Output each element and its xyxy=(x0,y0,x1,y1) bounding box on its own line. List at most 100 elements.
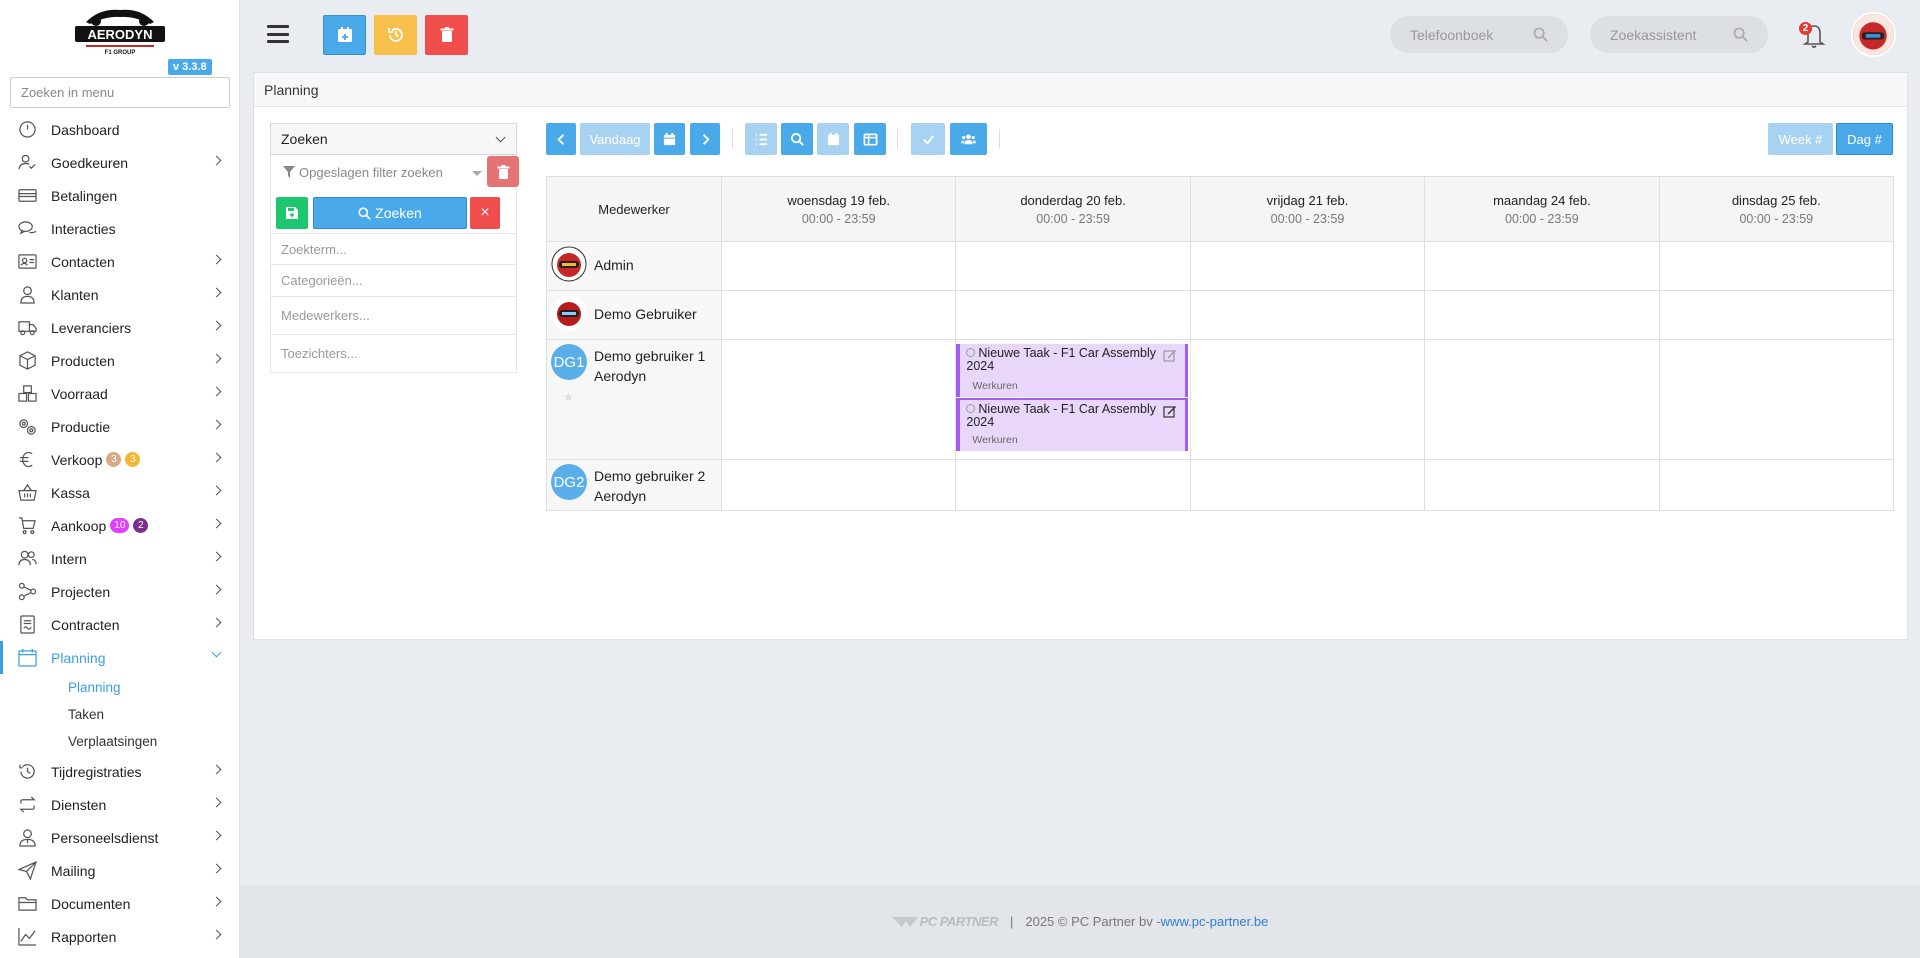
sidebar-item-voorraad[interactable]: Voorraad xyxy=(0,377,239,410)
day-view-button[interactable]: Dag # xyxy=(1836,123,1893,155)
sidebar-item-kassa[interactable]: Kassa xyxy=(0,476,239,509)
clear-filter-button[interactable]: × xyxy=(470,197,500,229)
footer-separator: | xyxy=(1009,914,1014,929)
saved-filter-select[interactable]: Opgeslagen filter zoeken xyxy=(270,155,519,189)
sidebar-item-label: Dashboard xyxy=(51,121,120,138)
hamburger-menu-button[interactable] xyxy=(267,25,289,43)
task-event[interactable]: Nieuwe Taak - F1 Car Assembly 2024 Werku… xyxy=(956,344,1188,397)
supervisors-field[interactable]: Toezichters... xyxy=(270,335,517,373)
sidebar-item-productie[interactable]: Productie xyxy=(0,410,239,443)
day-header[interactable]: donderdag 20 feb. 00:00 - 23:59 xyxy=(955,176,1191,242)
day-cell[interactable] xyxy=(1424,290,1660,340)
day-cell[interactable] xyxy=(1658,241,1895,291)
star-icon[interactable]: ★ xyxy=(563,390,717,404)
edit-icon[interactable] xyxy=(1163,404,1177,418)
day-cell[interactable] xyxy=(1658,339,1895,460)
employees-field[interactable]: Medewerkers... xyxy=(270,297,517,335)
history-button[interactable] xyxy=(374,15,417,55)
menu-search-input[interactable] xyxy=(10,77,230,108)
delete-button[interactable] xyxy=(425,15,468,55)
search-view-button[interactable] xyxy=(781,123,813,155)
sidebar-item-label: Interacties xyxy=(51,220,116,237)
contract-icon xyxy=(16,615,38,634)
task-event[interactable]: Nieuwe Taak - F1 Car Assembly 2024 Werku… xyxy=(956,398,1188,451)
sidebar-item-rapporten[interactable]: Rapporten xyxy=(0,920,239,953)
today-button[interactable]: Vandaag xyxy=(580,123,650,155)
list-view-button[interactable] xyxy=(745,123,777,155)
sidebar-item-label: Planning xyxy=(51,649,106,666)
sidebar-item-contracten[interactable]: Contracten xyxy=(0,608,239,641)
chevron-right-icon xyxy=(211,353,222,364)
day-cell[interactable]: Nieuwe Taak - F1 Car Assembly 2024 Werku… xyxy=(955,339,1191,460)
sidebar-item-intern[interactable]: Intern xyxy=(0,542,239,575)
day-cell[interactable] xyxy=(1658,459,1895,511)
check-button[interactable] xyxy=(911,123,945,155)
sidebar-item-diensten[interactable]: Diensten xyxy=(0,788,239,821)
week-view-button[interactable]: Week # xyxy=(1768,123,1833,155)
new-appointment-button[interactable] xyxy=(323,15,366,55)
submenu-item-verplaatsingen[interactable]: Verplaatsingen xyxy=(0,728,239,755)
day-cell[interactable] xyxy=(1189,241,1426,291)
edit-icon[interactable] xyxy=(1163,348,1177,362)
chevron-right-icon xyxy=(211,452,222,463)
planning-panel: Planning Zoeken Opgeslagen filter zoeken… xyxy=(253,72,1908,640)
calendar-view-button[interactable] xyxy=(817,123,849,155)
user-avatar[interactable] xyxy=(1851,12,1896,57)
day-cell[interactable] xyxy=(720,459,957,511)
day-header[interactable]: vrijdag 21 feb. 00:00 - 23:59 xyxy=(1189,176,1426,242)
day-cell[interactable] xyxy=(1424,339,1660,460)
sidebar-item-producten[interactable]: Producten xyxy=(0,344,239,377)
sidebar-item-tijdregistraties[interactable]: Tijdregistraties xyxy=(0,755,239,788)
sidebar-item-goedkeuren[interactable]: Goedkeuren xyxy=(0,146,239,179)
day-header[interactable]: dinsdag 25 feb. 00:00 - 23:59 xyxy=(1658,176,1895,242)
submenu-item-taken[interactable]: Taken xyxy=(0,701,239,728)
sidebar-item-documenten[interactable]: Documenten xyxy=(0,887,239,920)
sidebar-item-klanten[interactable]: Klanten xyxy=(0,278,239,311)
day-header[interactable]: woensdag 19 feb. 00:00 - 23:59 xyxy=(720,176,957,242)
search-select[interactable]: Zoeken xyxy=(270,123,517,155)
assistant-search[interactable]: Zoekassistent xyxy=(1590,16,1768,53)
sidebar-item-leveranciers[interactable]: Leveranciers xyxy=(0,311,239,344)
sidebar-item-contacten[interactable]: Contacten xyxy=(0,245,239,278)
search-icon xyxy=(790,132,804,146)
day-cell[interactable] xyxy=(955,459,1191,511)
timeline-view-button[interactable] xyxy=(854,123,886,155)
day-cell[interactable] xyxy=(1424,241,1660,291)
day-cell[interactable] xyxy=(955,241,1191,291)
day-cell[interactable] xyxy=(720,290,957,340)
search-term-field[interactable]: Zoekterm... xyxy=(270,233,517,265)
day-header[interactable]: maandag 24 feb. 00:00 - 23:59 xyxy=(1424,176,1660,242)
chevron-right-icon xyxy=(211,254,222,265)
chevron-right-icon xyxy=(211,320,222,331)
sidebar-item-aankoop[interactable]: Aankoop 10 2 xyxy=(0,509,239,542)
sidebar-item-label: Voorraad xyxy=(51,385,108,402)
next-button[interactable] xyxy=(690,123,720,155)
sidebar-item-mailing[interactable]: Mailing xyxy=(0,854,239,887)
sidebar-item-dashboard[interactable]: Dashboard xyxy=(0,113,239,146)
day-cell[interactable] xyxy=(1189,459,1426,511)
day-cell[interactable] xyxy=(720,339,957,460)
day-cell[interactable] xyxy=(720,241,957,291)
sidebar-item-planning[interactable]: Planning xyxy=(0,641,239,674)
save-filter-button[interactable] xyxy=(276,197,308,229)
date-picker-button[interactable] xyxy=(654,123,685,155)
chevron-right-icon xyxy=(211,155,222,166)
group-button[interactable] xyxy=(950,123,987,155)
sidebar-item-personeelsdienst[interactable]: Personeelsdienst xyxy=(0,821,239,854)
submenu-item-planning[interactable]: Planning xyxy=(0,674,239,701)
previous-button[interactable] xyxy=(546,123,576,155)
phonebook-search[interactable]: Telefoonboek xyxy=(1390,16,1568,53)
footer-link[interactable]: www.pc-partner.be xyxy=(1161,914,1269,929)
day-cell[interactable] xyxy=(1424,459,1660,511)
categories-field[interactable]: Categorieën... xyxy=(270,265,517,297)
day-cell[interactable] xyxy=(955,290,1191,340)
sidebar-item-projecten[interactable]: Projecten xyxy=(0,575,239,608)
day-cell[interactable] xyxy=(1189,290,1426,340)
day-cell[interactable] xyxy=(1189,339,1426,460)
delete-filter-button[interactable] xyxy=(487,156,519,187)
search-button[interactable]: Zoeken xyxy=(313,197,467,229)
sidebar-item-interacties[interactable]: Interacties xyxy=(0,212,239,245)
sidebar-item-verkoop[interactable]: Verkoop 3 3 xyxy=(0,443,239,476)
day-cell[interactable] xyxy=(1658,290,1895,340)
sidebar-item-betalingen[interactable]: Betalingen xyxy=(0,179,239,212)
